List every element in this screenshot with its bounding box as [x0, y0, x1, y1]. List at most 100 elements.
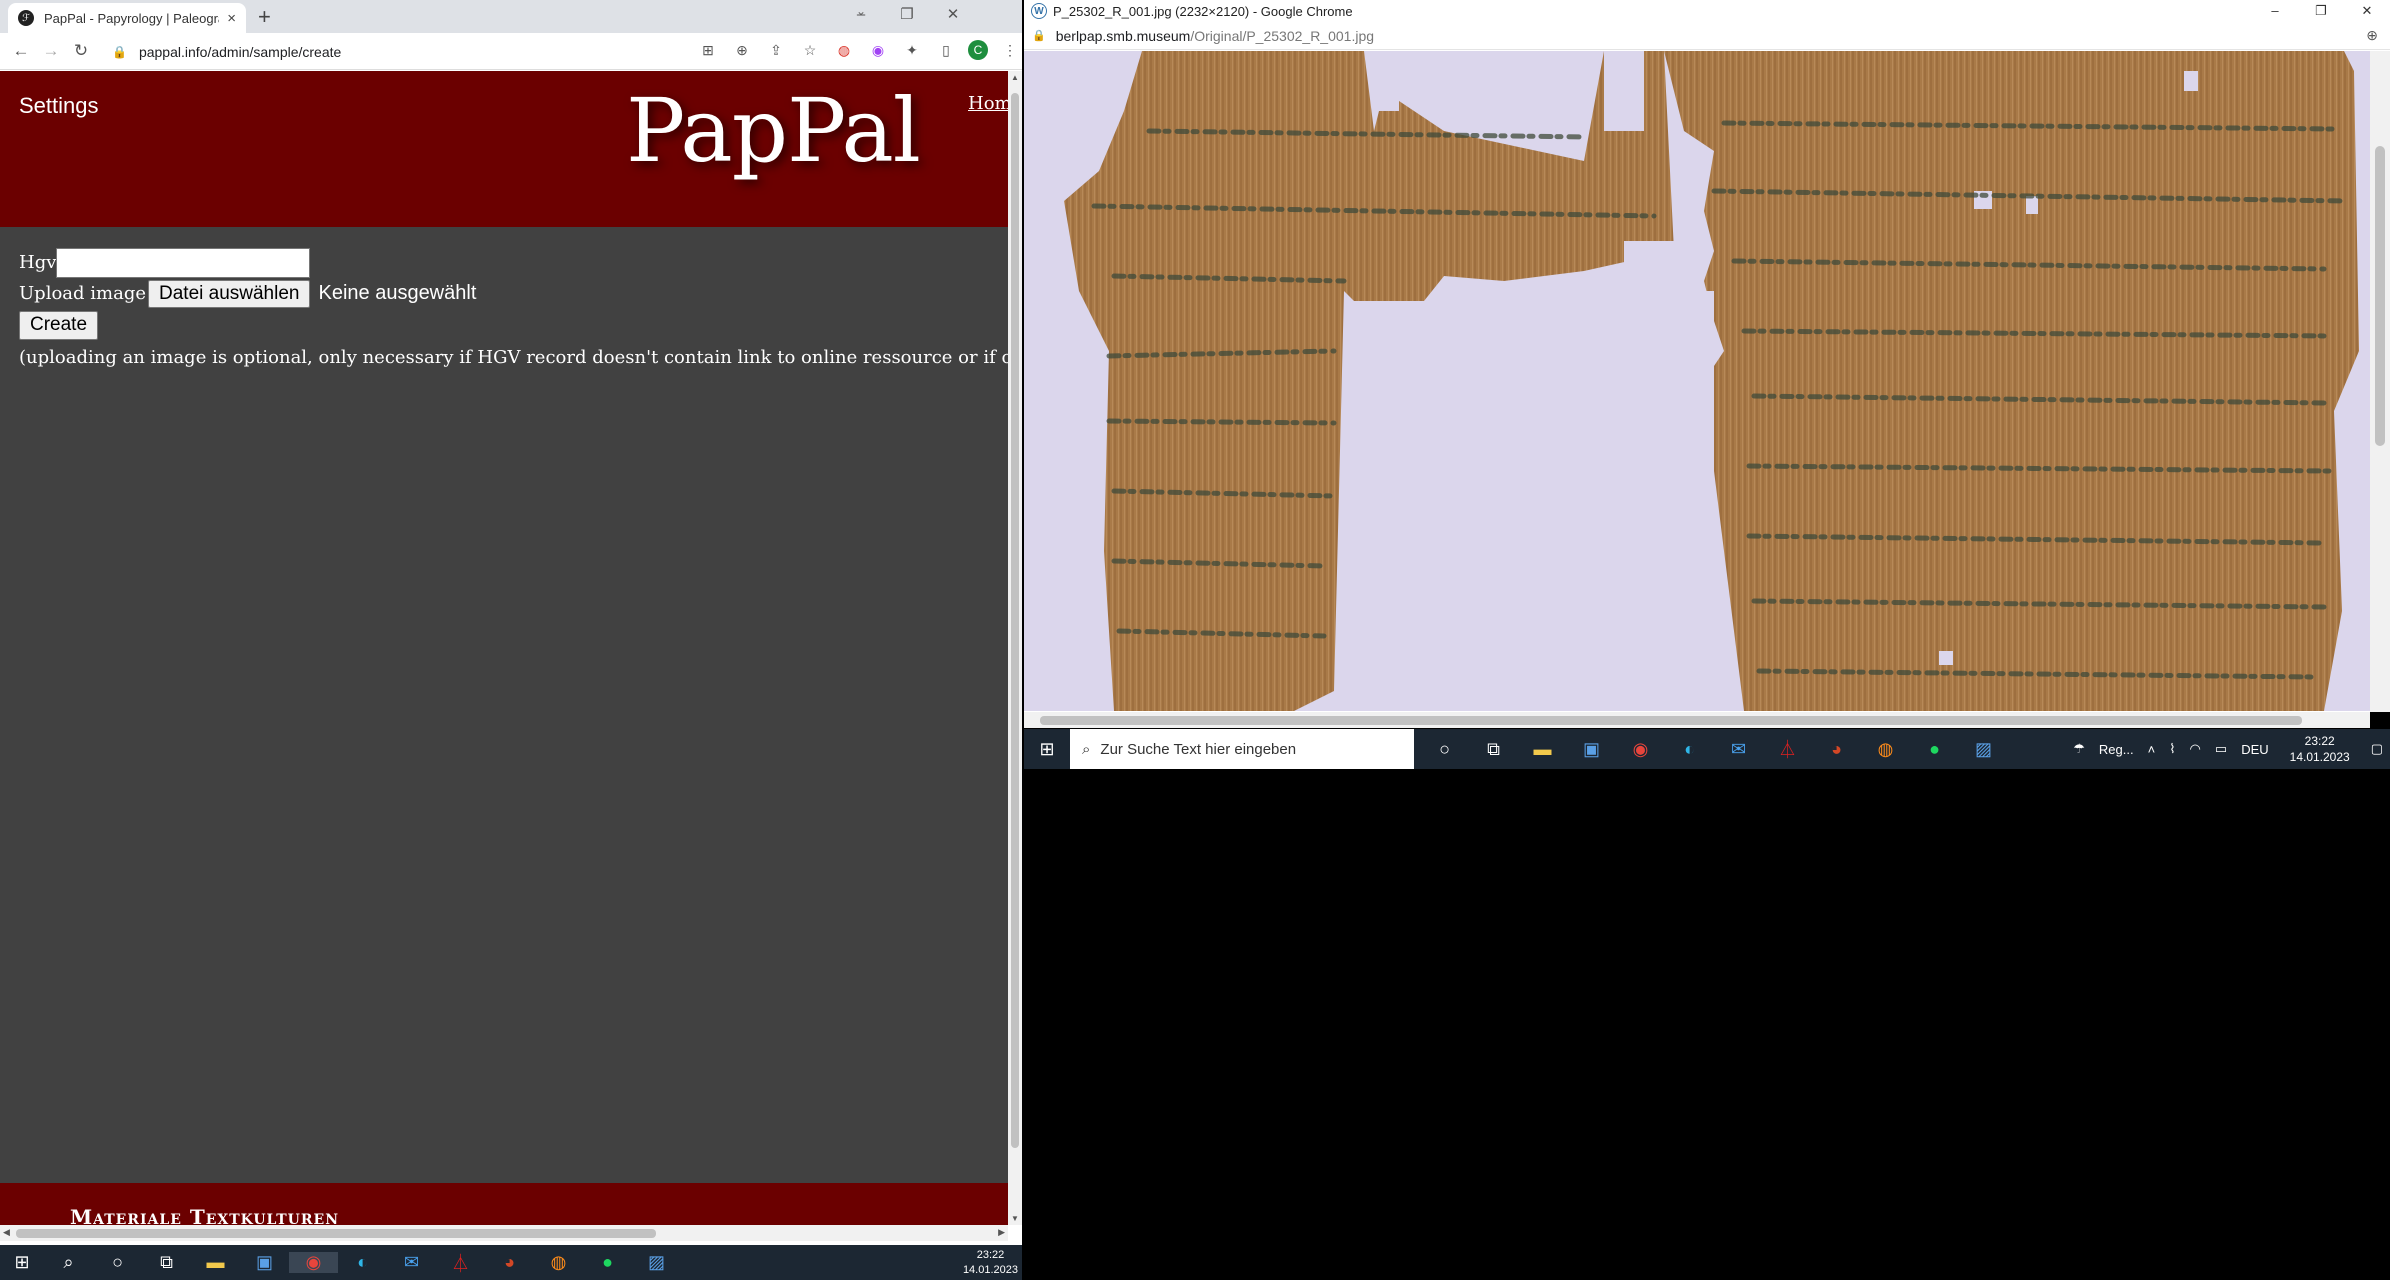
weather-text[interactable]: Reg...	[2099, 742, 2134, 757]
right-lock-icon: 🔒	[1032, 30, 1046, 42]
main-date: 14.01.2023	[962, 1264, 1018, 1276]
file-status-text: Keine ausgewählt	[318, 282, 477, 304]
main-search-icon[interactable]: ⌕	[44, 1252, 93, 1273]
main-mail-icon[interactable]: ✉	[387, 1252, 436, 1273]
tab-search-icon[interactable]: ⌄	[856, 4, 866, 18]
photos-icon[interactable]: ▨	[1959, 739, 2008, 760]
toolbar-icons: ⊞ ⊕ ⇪ ☆ ◍ ◉ ✦ ▯ C ⋮	[696, 38, 1022, 62]
settings-link[interactable]: Settings	[19, 93, 99, 119]
secondary-taskbar: ⊞ ⌕ Zur Suche Text hier eingeben ○ ⧉ ▬ ▣…	[1024, 729, 2390, 769]
upload-row: Upload image Datei auswählen Keine ausge…	[19, 278, 1008, 309]
language-indicator[interactable]: DEU	[2241, 742, 2268, 757]
main-edge-icon[interactable]: ◐	[338, 1252, 387, 1273]
new-tab-button[interactable]: +	[258, 4, 271, 30]
horizontal-scroll-thumb[interactable]	[16, 1229, 656, 1238]
main-start-icon[interactable]: ⊞	[0, 1252, 44, 1273]
wordpress-favicon-icon: W	[1031, 3, 1047, 19]
right-zoom-icon[interactable]: ⊕	[2366, 27, 2378, 44]
chrome-icon[interactable]: ◉	[1616, 739, 1665, 760]
main-firefox-icon[interactable]: ◍	[534, 1252, 583, 1273]
main-chrome-icon[interactable]: ◉	[289, 1252, 338, 1273]
back-icon[interactable]: ←	[6, 41, 36, 61]
restore-icon[interactable]: ❐	[884, 2, 930, 28]
windows-start-icon[interactable]: ⊞	[1024, 739, 1070, 760]
reload-icon[interactable]: ↻	[66, 41, 96, 61]
edge-icon[interactable]: ◐	[1665, 739, 1714, 760]
papyrus-image	[1064, 51, 2359, 711]
side-panel-icon[interactable]: ▯	[934, 38, 958, 62]
secondary-time: 23:22	[2304, 734, 2335, 748]
extension-purple-icon[interactable]: ◉	[866, 38, 890, 62]
main-cortana-icon[interactable]: ○	[93, 1252, 142, 1273]
close-window-icon[interactable]: ✕	[930, 2, 976, 28]
store-icon[interactable]: ▣	[1567, 739, 1616, 760]
right-vertical-scroll-thumb[interactable]	[2375, 146, 2385, 446]
battery-icon[interactable]: ▭	[2215, 741, 2227, 757]
main-task-view-icon[interactable]: ⧉	[142, 1252, 191, 1273]
right-address-bar[interactable]: 🔒 berlpap.smb.museum/Original/P_25302_R_…	[1024, 22, 2390, 50]
scroll-left-icon[interactable]: ◀	[3, 1227, 10, 1238]
secondary-clock[interactable]: 23:22 14.01.2023	[2290, 733, 2350, 765]
right-close-icon[interactable]: ✕	[2344, 0, 2390, 22]
extensions-puzzle-icon[interactable]: ✦	[900, 38, 924, 62]
right-browser-window: W P_25302_R_001.jpg (2232×2120) - Google…	[1024, 0, 2390, 712]
scroll-right-icon[interactable]: ▶	[998, 1227, 1005, 1238]
close-tab-icon[interactable]: ×	[227, 10, 236, 27]
zoom-icon[interactable]: ⊕	[730, 38, 754, 62]
right-window-title: P_25302_R_001.jpg (2232×2120) - Google C…	[1053, 3, 1353, 19]
right-horizontal-scrollbar[interactable]	[1024, 712, 2370, 728]
scroll-up-icon[interactable]: ▲	[1011, 73, 1019, 82]
scroll-down-icon[interactable]: ▼	[1011, 1214, 1019, 1223]
main-powerpoint-icon[interactable]: ◕	[485, 1252, 534, 1273]
horizontal-scrollbar[interactable]: ◀ ▶	[0, 1225, 1008, 1241]
mail-icon[interactable]: ✉	[1714, 739, 1763, 760]
tray-chevron-icon[interactable]: ˄	[2148, 742, 2156, 757]
right-url-path: /Original/P_25302_R_001.jpg	[1190, 27, 1375, 44]
task-view-icon[interactable]: ⧉	[1469, 739, 1518, 760]
footer-title: Materiale Textkulturen	[70, 1205, 339, 1225]
hgv-input[interactable]	[56, 247, 311, 278]
address-bar: ← → ↻ 🔒 pappal.info/admin/sample/create …	[0, 33, 1022, 70]
profile-avatar[interactable]: C	[968, 40, 988, 60]
choose-file-button[interactable]: Datei auswählen	[148, 279, 311, 308]
taskbar-search-box[interactable]: ⌕ Zur Suche Text hier eingeben	[1070, 729, 1414, 769]
powerpoint-icon[interactable]: ◕	[1812, 739, 1861, 760]
main-photos-icon[interactable]: ▨	[632, 1252, 681, 1273]
create-button[interactable]: Create	[19, 310, 99, 340]
menu-kebab-icon[interactable]: ⋮	[998, 38, 1022, 62]
acrobat-icon[interactable]: ⏃	[1763, 736, 1812, 762]
search-icon: ⌕	[1082, 740, 1091, 758]
home-link[interactable]: Hom	[968, 93, 1008, 114]
right-horizontal-scroll-thumb[interactable]	[1040, 716, 2302, 725]
url-text: pappal.info/admin/sample/create	[138, 43, 342, 60]
file-explorer-icon[interactable]: ▬	[1518, 739, 1567, 760]
image-viewer[interactable]	[1024, 51, 2370, 711]
main-spotify-icon[interactable]: ●	[583, 1252, 632, 1273]
main-acrobat-icon[interactable]: ⏃	[436, 1250, 485, 1276]
main-clock[interactable]: 23:22 14.01.2023	[963, 1248, 1018, 1278]
spotify-icon[interactable]: ●	[1910, 739, 1959, 760]
translate-icon[interactable]: ⊞	[696, 38, 720, 62]
vertical-scrollbar[interactable]: ▲ ▼	[1008, 71, 1022, 1225]
secondary-date: 14.01.2023	[2289, 750, 2350, 764]
bookmark-star-icon[interactable]: ☆	[798, 38, 822, 62]
right-restore-icon[interactable]: ❐	[2298, 0, 2344, 22]
weather-icon[interactable]: ☂	[2073, 741, 2085, 757]
pappal-logo: PapPal	[626, 79, 921, 182]
notification-icon[interactable]: ▢	[2371, 741, 2383, 757]
share-icon[interactable]: ⇪	[764, 38, 788, 62]
vertical-scroll-thumb[interactable]	[1011, 93, 1019, 1148]
right-minimize-icon[interactable]: –	[2252, 0, 2298, 22]
cortana-icon[interactable]: ○	[1420, 739, 1469, 760]
right-vertical-scrollbar[interactable]	[2370, 51, 2390, 712]
firefox-icon[interactable]: ◍	[1861, 739, 1910, 760]
extension-red-icon[interactable]: ◍	[832, 38, 856, 62]
main-file-explorer-icon[interactable]: ▬	[191, 1252, 240, 1273]
tab-pappal[interactable]: ℱ PapPal - Papyrology | Paleograph ×	[8, 3, 246, 33]
main-store-icon[interactable]: ▣	[240, 1252, 289, 1273]
forward-icon[interactable]: →	[36, 41, 66, 61]
main-taskbar: ⊞ ⌕ ○ ⧉ ▬ ▣ ◉ ◐ ✉ ⏃ ◕ ◍ ● ▨ 23:22 14.01.…	[0, 1245, 1022, 1280]
network-icon[interactable]: ⌇	[2169, 741, 2175, 757]
url-field[interactable]: 🔒 pappal.info/admin/sample/create	[112, 39, 692, 64]
wifi-icon[interactable]: ◠	[2190, 741, 2201, 757]
